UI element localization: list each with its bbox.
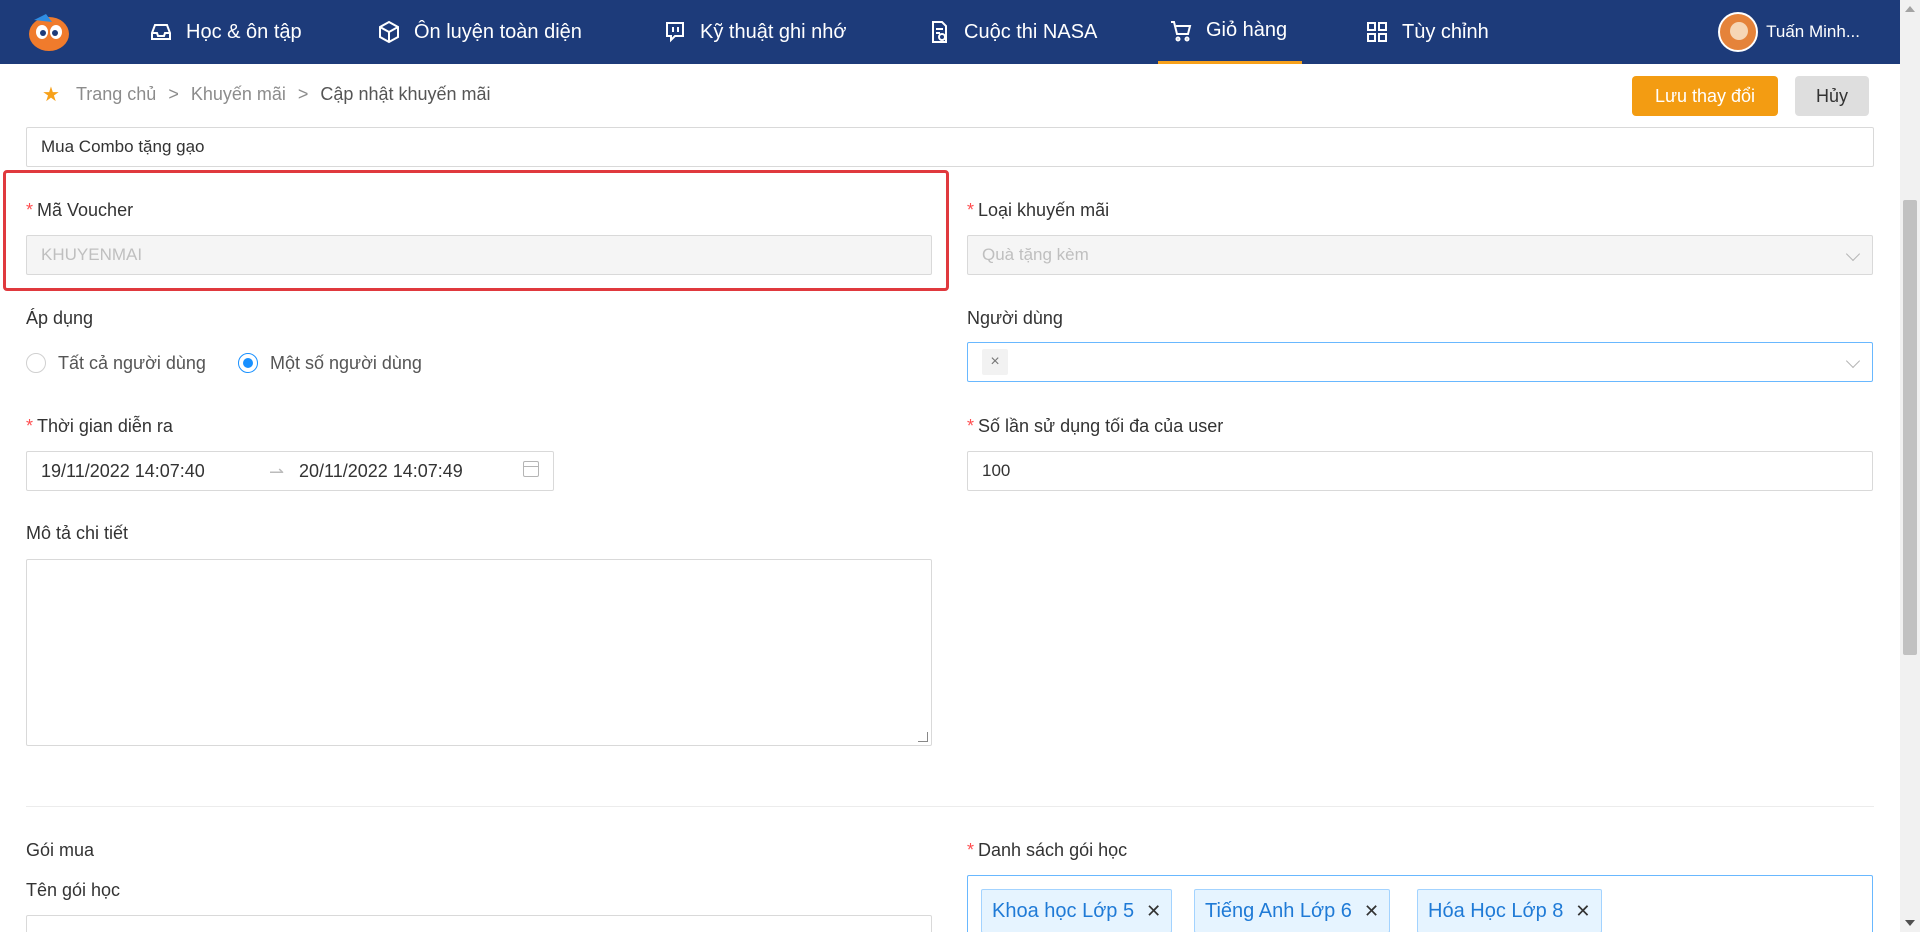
required-mark: * (967, 840, 975, 860)
radio-all-users[interactable]: Tất cả người dùng (26, 350, 206, 376)
calendar-icon[interactable] (523, 461, 539, 477)
range-arrow-icon: ⇀ (269, 462, 285, 482)
nav-nasa-contest[interactable]: Cuộc thi NASA (926, 0, 1097, 64)
scroll-up-arrow-icon[interactable] (1905, 6, 1915, 12)
user-name: Tuấn Minh... (1766, 22, 1860, 41)
radio-some-users[interactable]: Một số người dùng (238, 350, 422, 376)
chevron-down-icon (1845, 246, 1861, 262)
scroll-down-arrow-icon[interactable] (1905, 920, 1915, 926)
date-range-picker[interactable]: 19/11/2022 14:07:40 ⇀ 20/11/2022 14:07:4… (26, 451, 554, 491)
nav-label: Giỏ hàng (1206, 19, 1288, 41)
course-tag: Hóa Học Lớp 8 ✕ (1417, 889, 1602, 932)
required-mark: * (967, 416, 975, 436)
chat-icon (662, 19, 688, 45)
close-icon[interactable]: ✕ (1146, 901, 1161, 922)
breadcrumb-home[interactable]: Trang chủ (76, 84, 156, 105)
promotion-type-value: Quà tặng kèm (982, 245, 1089, 264)
voucher-code-input[interactable]: KHUYENMAI (26, 235, 932, 275)
promotion-type-label: * Loại khuyến mãi (967, 200, 1110, 220)
box-icon (376, 19, 402, 45)
nav-comprehensive-practice[interactable]: Ôn luyện toàn diện (376, 0, 582, 64)
promotion-type-select[interactable]: Quà tặng kèm (967, 235, 1873, 275)
nav-customize[interactable]: Tùy chỉnh (1364, 0, 1489, 64)
save-button[interactable]: Lưu thay đổi (1632, 76, 1778, 116)
promotion-name-value: Mua Combo tặng gạo (41, 137, 205, 156)
avatar (1718, 12, 1759, 52)
document-icon (926, 19, 952, 45)
max-use-input[interactable]: 100 (967, 451, 1873, 491)
inbox-icon (148, 19, 174, 45)
breadcrumb-section[interactable]: Khuyến mãi (191, 84, 286, 105)
nav-label: Ôn luyện toàn diện (414, 20, 582, 43)
grid-icon (1364, 19, 1390, 45)
start-date[interactable]: 19/11/2022 14:07:40 (41, 461, 205, 482)
radio-label: Tất cả người dùng (58, 352, 206, 373)
apply-label: Áp dụng (26, 308, 94, 328)
nav-label: Tùy chỉnh (1402, 20, 1489, 43)
end-date[interactable]: 20/11/2022 14:07:49 (299, 461, 463, 482)
nav-label: Học & ôn tập (186, 20, 302, 43)
breadcrumb-separator: > (297, 83, 309, 104)
radio-label: Một số người dùng (270, 352, 422, 373)
promotion-name-input[interactable]: Mua Combo tặng gạo (26, 127, 1874, 167)
remove-tag-icon[interactable]: × (982, 349, 1008, 375)
cart-icon (1168, 18, 1194, 44)
cancel-button[interactable]: Hủy (1795, 76, 1869, 116)
close-icon[interactable]: ✕ (1575, 901, 1590, 922)
required-mark: * (967, 200, 975, 220)
logo[interactable] (26, 12, 72, 52)
resize-handle-icon[interactable] (918, 732, 928, 742)
nav-cart[interactable]: Giỏ hàng (1158, 0, 1302, 64)
radio-button-selected[interactable] (238, 353, 258, 373)
nav-memory-techniques[interactable]: Kỹ thuật ghi nhớ (662, 0, 847, 64)
chevron-down-icon (1845, 353, 1861, 369)
radio-button[interactable] (26, 353, 46, 373)
max-use-value: 100 (982, 461, 1011, 480)
package-name-label: Tên gói học (26, 880, 121, 900)
close-icon[interactable]: ✕ (1364, 901, 1379, 922)
description-textarea[interactable] (26, 559, 932, 746)
nav-learn-review[interactable]: Học & ôn tập (148, 0, 302, 64)
max-use-label: * Số lần sử dụng tối đa của user (967, 416, 1224, 436)
scroll-thumb[interactable] (1903, 200, 1917, 655)
breadcrumb-current: Cập nhật khuyến mãi (320, 83, 491, 104)
nav-label: Kỹ thuật ghi nhớ (700, 20, 847, 43)
user-menu[interactable]: Tuấn Minh... (1718, 10, 1860, 54)
page-scrollbar[interactable] (1900, 0, 1920, 932)
time-range-label: * Thời gian diễn ra (26, 416, 173, 436)
top-nav: Học & ôn tập Ôn luyện toàn diện Kỹ thuật… (0, 0, 1900, 64)
package-label: Gói mua (26, 840, 95, 860)
course-tag: Khoa học Lớp 5 ✕ (981, 889, 1173, 932)
package-name-select[interactable] (26, 915, 932, 932)
description-label: Mô tả chi tiết (26, 523, 129, 543)
section-divider (26, 806, 1874, 807)
voucher-code-value: KHUYENMAI (41, 245, 143, 264)
users-label: Người dùng (967, 308, 1063, 328)
required-mark: * (26, 200, 34, 220)
users-select[interactable]: × (967, 342, 1873, 382)
course-list-select[interactable]: Khoa học Lớp 5 ✕ Tiếng Anh Lớp 6 ✕ Hóa Học… (967, 875, 1873, 932)
breadcrumb: ★ Trang chủ > Khuyến mãi > Cập nhật khuy… (42, 80, 491, 108)
course-tag: Tiếng Anh Lớp 6 ✕ (1194, 889, 1391, 932)
nav-label: Cuộc thi NASA (964, 20, 1098, 43)
voucher-label: * Mã Voucher (26, 200, 134, 220)
breadcrumb-separator: > (168, 83, 179, 104)
star-icon: ★ (42, 83, 60, 106)
required-mark: * (26, 416, 34, 436)
course-list-label: * Danh sách gói học (967, 840, 1128, 860)
chevron-down-icon (904, 926, 920, 932)
